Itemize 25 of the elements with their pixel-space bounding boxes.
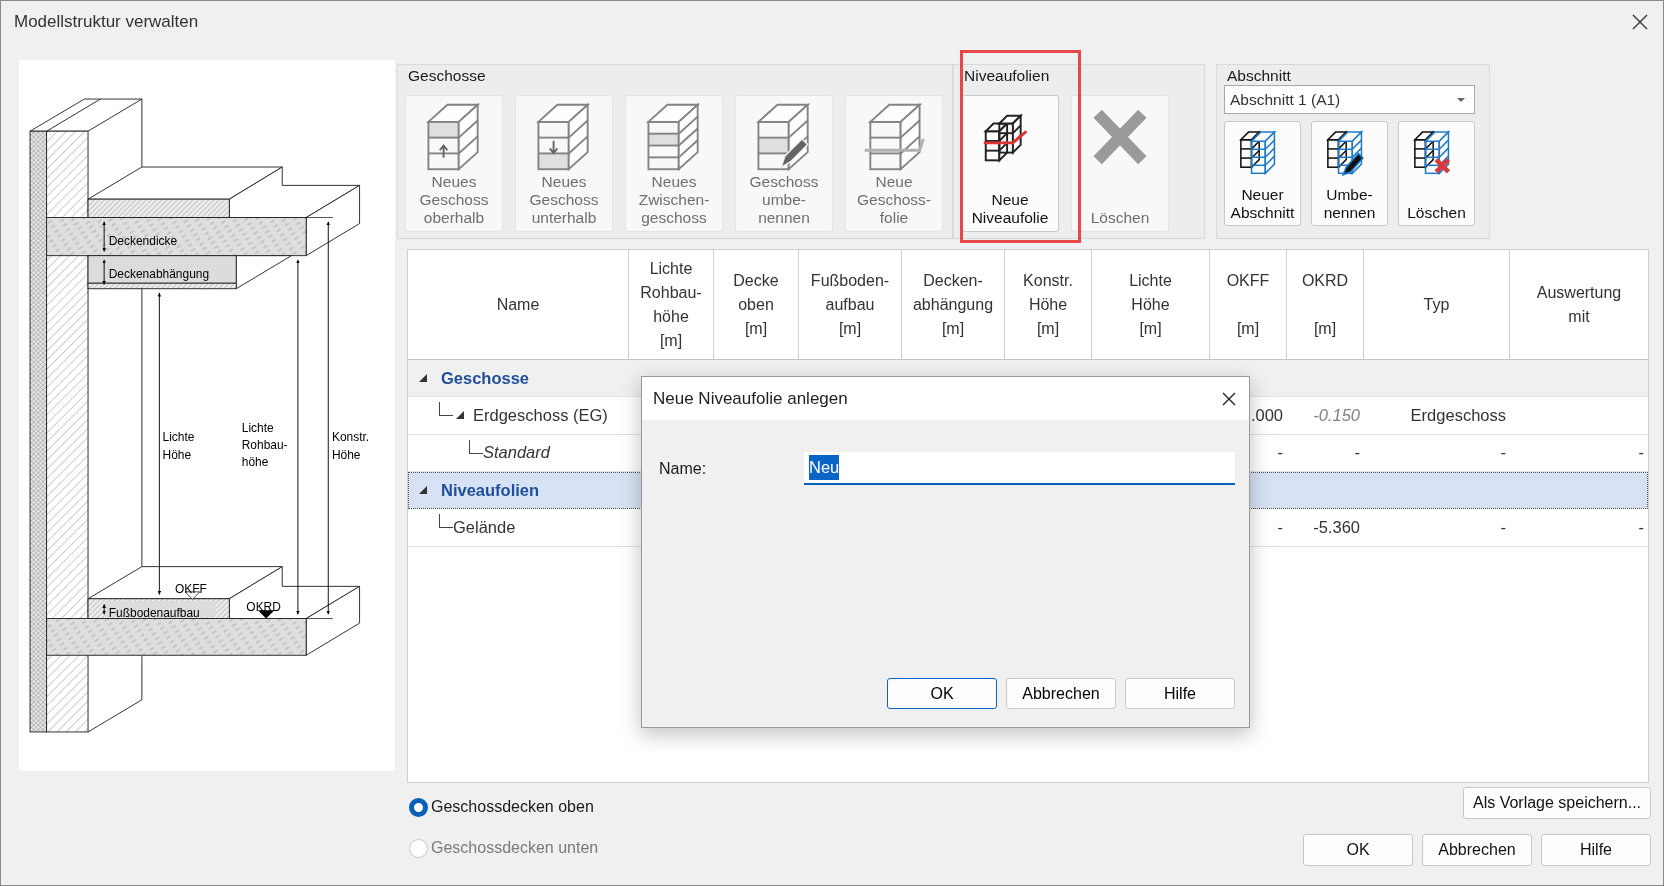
diagram-label: Lichte Höhe	[162, 430, 195, 462]
table-cell-text: Erdgeschoss	[1409, 404, 1507, 426]
diagram-label: Konstr. Höhe	[331, 430, 370, 462]
group-title: Geschosse	[407, 66, 486, 86]
dialog-title: Neue Niveaufolie anlegen	[653, 387, 848, 410]
table-cell-text: .000	[1249, 404, 1284, 426]
table-cell-text: -	[1276, 442, 1284, 464]
table-cell-text: -	[1637, 442, 1645, 464]
diagram-label: OKRD	[246, 600, 281, 615]
diagram-label: Lichte Rohbau- höhe	[241, 420, 288, 470]
window-title: Modellstruktur verwalten	[14, 11, 199, 34]
group-title: Abschnitt	[1226, 66, 1291, 86]
table-cell-text: -0.150	[1312, 404, 1361, 426]
field-label: Name:	[659, 458, 708, 479]
group-title: Niveaufolien	[963, 66, 1050, 86]
diagram-label: Deckenabhängung	[108, 267, 210, 282]
diagram-label: OKFF	[175, 581, 207, 596]
diagram-label: Deckendicke	[108, 233, 178, 248]
table-cell-text: -5.360	[1312, 516, 1361, 538]
table-cell-text: -	[1499, 516, 1507, 538]
diagram-label: Fußbodenaufbau	[108, 606, 200, 621]
table-cell-text: -	[1276, 516, 1284, 538]
table-cell-text: -	[1499, 442, 1507, 464]
table-cell-text: -	[1637, 516, 1645, 538]
table-cell-text: -	[1353, 442, 1361, 464]
